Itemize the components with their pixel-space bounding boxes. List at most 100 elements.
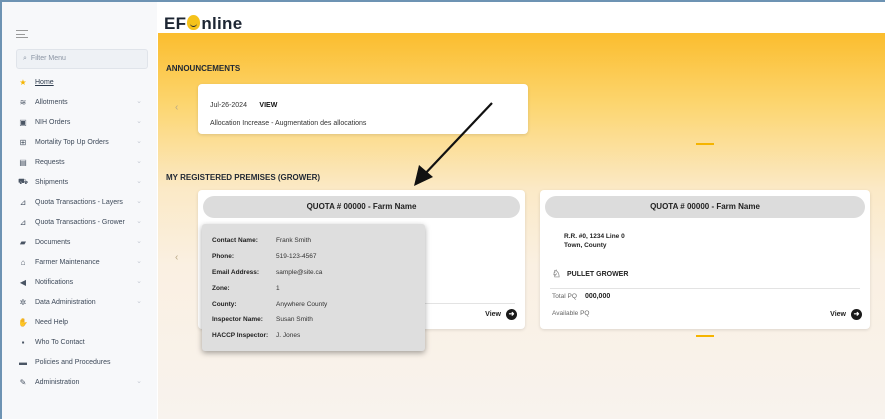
sidebar-item-mortality-top-up-orders[interactable]: ⊞ Mortality Top Up Orders ⌄ [18,132,148,152]
contact-info-value: 519-123-4567 [276,253,317,261]
folder-icon: ▰ [19,237,27,247]
chick-icon: ♘ [552,269,561,280]
wrench-icon: ✎ [19,377,27,387]
contact-info-key: Email Address: [212,268,260,276]
sidebar-item-documents[interactable]: ▰ Documents ⌄ [18,232,148,252]
chart-icon: ⊿ [19,217,27,227]
sidebar-item-label: Mortality Top Up Orders [35,138,109,146]
contact-info-key: County: [212,300,237,308]
sidebar-item-home[interactable]: ★ Home [18,72,148,92]
handshake-icon: ✋ [18,317,28,327]
sidebar-item-label: Farmer Maintenance [35,258,100,266]
premise-2-quota: QUOTA # 00000 - Farm Name [545,196,865,218]
clipboard-icon: ▤ [19,157,27,167]
sidebar-item-farmer-maintenance[interactable]: ⌂ Farmer Maintenance ⌄ [18,252,148,272]
sidebar-item-label: Documents [35,238,71,246]
total-pq-value: 000,000 [584,293,611,300]
megaphone-icon: ◀ [19,277,27,287]
sidebar-item-label: Need Help [35,318,69,326]
sidebar-item-label: Quota Transactions - Layers [35,198,123,206]
filter-placeholder: Filter Menu [30,55,66,62]
plus-square-icon: ⊞ [19,137,27,147]
chevron-down-icon[interactable]: ⌄ [136,177,142,185]
premise-2-address: R.R. #0, 1234 Line 0 Town, County [564,232,625,250]
chevron-down-icon[interactable]: ⌄ [136,97,142,105]
sidebar-item-administration[interactable]: ✎ Administration ⌄ [18,372,148,392]
sidebar-item-nih-orders[interactable]: ▣ NIH Orders ⌄ [18,112,148,132]
premise-1-quota: QUOTA # 00000 - Farm Name [203,196,520,218]
contact-info-row: Phone: 519-123-4567 [212,249,327,265]
sidebar-nav: ★ Home ≋ Allotments ⌄ ▣ NIH Orders ⌄ ⊞ Mortality … [18,72,148,392]
view-label: View [485,311,501,318]
sidebar-item-policies-and-procedures[interactable]: ▬ Policies and Procedures [18,352,148,372]
home-icon: ★ [19,77,27,87]
book-icon: ▬ [19,357,27,367]
search-icon: ⌕ [23,55,27,62]
premise-1-view-button[interactable]: View ➜ [485,309,517,320]
hamburger-menu-icon[interactable] [16,30,28,38]
contact-info-key: HACCP Inspector: [212,332,269,340]
sidebar-item-label: Who To Contact [35,338,85,346]
carousel-prev-icon[interactable]: ‹ [175,102,178,113]
sidebar-item-quota-transactions-grower[interactable]: ⊿ Quota Transactions - Grower ⌄ [18,212,148,232]
announcement-view-link[interactable]: VIEW [259,102,277,109]
chevron-down-icon[interactable]: ⌄ [136,297,142,305]
premises-heading: MY REGISTERED PREMISES (GROWER) [166,173,321,182]
available-pq-label: Available PQ [552,310,590,317]
arrow-right-icon: ➜ [851,309,862,320]
gear-icon: ✲ [19,297,27,307]
sidebar-item-requests[interactable]: ▤ Requests ⌄ [18,152,148,172]
chevron-down-icon[interactable]: ⌄ [136,117,142,125]
premise-2-view-button[interactable]: View ➜ [830,309,862,320]
announcements-heading: ANNOUNCEMENTS [166,64,241,73]
contact-info-row: County: Anywhere County [212,296,327,312]
sidebar-item-need-help[interactable]: ✋ Need Help [18,312,148,332]
contact-info-row: Zone: 1 [212,280,327,296]
grower-type: ♘ PULLET GROWER [552,269,628,280]
sidebar-item-label: Home [35,78,54,86]
app-window: ⌕ Filter Menu ★ Home ≋ Allotments ⌄ ▣ NIH Order… [0,0,885,419]
logo-text-right: nline [201,14,243,33]
carousel-indicator[interactable] [696,143,714,145]
announcement-date: Jul-26-2024 [210,102,247,109]
address-line-2: Town, County [564,242,607,249]
app-logo[interactable]: EF nline [164,14,243,34]
chevron-down-icon[interactable]: ⌄ [136,377,142,385]
grower-type-label: PULLET GROWER [566,271,629,278]
contact-info-value: Anywhere County [276,300,328,308]
egg-logo-icon [187,15,201,30]
chevron-down-icon[interactable]: ⌄ [136,217,142,225]
sidebar-item-data-administration[interactable]: ✲ Data Administration ⌄ [18,292,148,312]
annotation-arrow-icon [414,102,493,186]
sidebar-item-label: Policies and Procedures [35,358,111,366]
chart-icon: ⊿ [19,197,27,207]
total-pq-row: Total PQ 000,000 [552,293,610,300]
sidebar-item-label: Requests [35,158,65,166]
contact-info-row: HACCP Inspector: J. Jones [212,328,327,344]
premises-carousel-indicator[interactable] [696,335,714,337]
chevron-down-icon[interactable]: ⌄ [136,197,142,205]
contact-info-value: 1 [276,284,280,292]
premises-prev-icon[interactable]: ‹ [175,252,178,263]
chevron-down-icon[interactable]: ⌄ [136,137,142,145]
sidebar-item-label: Allotments [35,98,68,106]
sidebar-item-who-to-contact[interactable]: ▪ Who To Contact [18,332,148,352]
sidebar-item-allotments[interactable]: ≋ Allotments ⌄ [18,92,148,112]
filter-menu-input[interactable]: ⌕ Filter Menu [16,49,148,69]
total-pq-label: Total PQ [552,293,577,300]
sidebar-item-label: Administration [35,378,80,386]
sidebar-item-shipments[interactable]: ⛟ Shipments ⌄ [18,172,148,192]
contact-info-key: Contact Name: [212,237,258,245]
contact-info-value: Frank Smith [276,237,312,245]
sidebar-item-notifications[interactable]: ◀ Notifications ⌄ [18,272,148,292]
sidebar-item-label: Quota Transactions - Grower [35,218,125,226]
chevron-down-icon[interactable]: ⌄ [136,237,142,245]
chevron-down-icon[interactable]: ⌄ [136,257,142,265]
sidebar-item-quota-transactions-layers[interactable]: ⊿ Quota Transactions - Layers ⌄ [18,192,148,212]
sidebar-item-label: Shipments [35,178,69,186]
chevron-down-icon[interactable]: ⌄ [136,157,142,165]
contact-info-table: Contact Name: Frank Smith Phone: 519-123-45… [212,233,327,344]
contact-info-row: Inspector Name: Susan Smith [212,312,327,328]
premise-card-2[interactable]: QUOTA # 00000 - Farm Name R.R. #0, 1234 … [540,190,870,329]
chevron-down-icon[interactable]: ⌄ [136,277,142,285]
